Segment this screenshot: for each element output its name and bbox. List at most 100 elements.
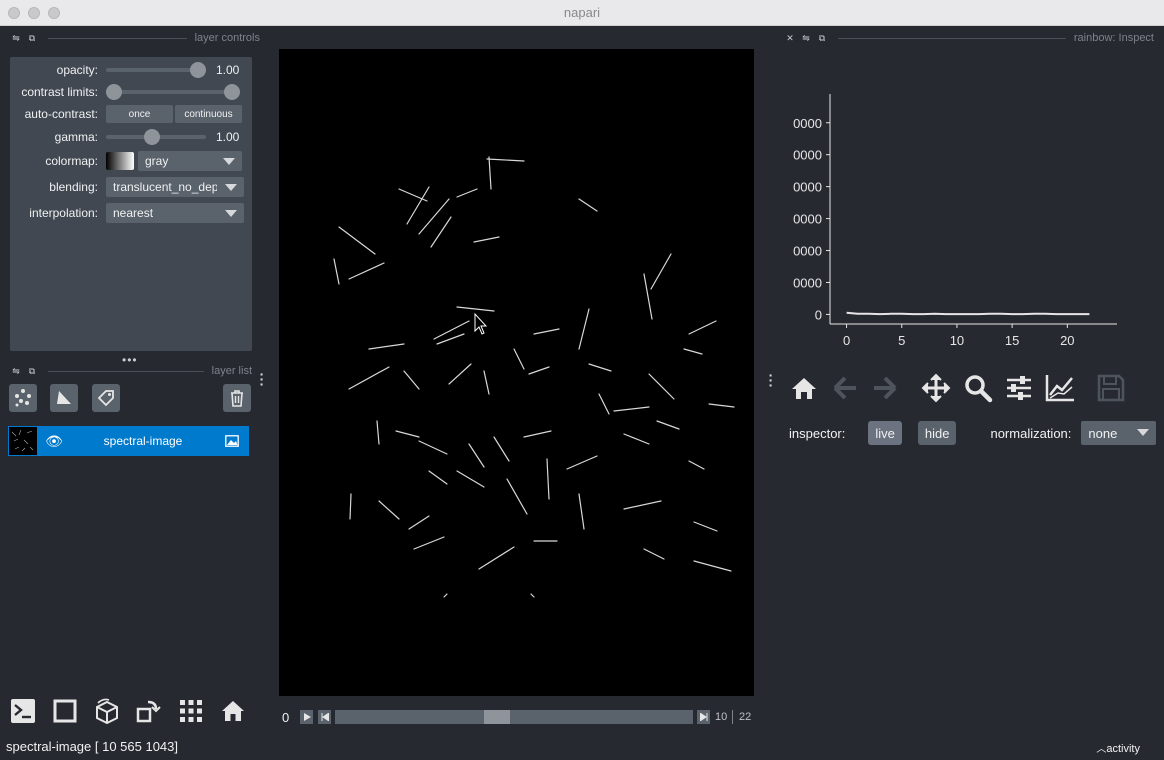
skip-back-icon	[321, 713, 329, 721]
inspector-controls: inspector: live hide normalization: none	[789, 421, 1157, 445]
new-labels-layer-button[interactable]	[92, 384, 120, 412]
gamma-slider-handle[interactable]	[144, 129, 160, 145]
x-tick-label: 10	[950, 333, 964, 348]
save-icon	[1097, 374, 1125, 402]
layer-thumbnail	[9, 427, 37, 455]
dims-slider-handle[interactable]	[484, 710, 510, 724]
auto-contrast-continuous-button[interactable]: continuous	[175, 105, 242, 123]
undock-icon[interactable]: ⧉	[24, 33, 40, 44]
layer-controls-panel: opacity: 1.00 contrast limits: auto-cont…	[10, 57, 252, 351]
interpolation-label: interpolation:	[29, 206, 98, 220]
activity-label: activity	[1106, 743, 1140, 755]
chevron-down-icon	[1137, 429, 1150, 436]
normalization-dropdown[interactable]: none	[1081, 421, 1157, 445]
play-button[interactable]	[300, 710, 313, 724]
grid-icon	[180, 700, 202, 722]
layer-list-title: layer list	[211, 365, 252, 377]
auto-contrast-once-button[interactable]: once	[106, 105, 173, 123]
gamma-slider[interactable]	[106, 126, 206, 148]
ndisplay-button[interactable]	[50, 696, 80, 726]
interpolation-value: nearest	[113, 206, 154, 220]
interpolation-dropdown[interactable]: nearest	[106, 203, 244, 223]
dims-current-value: 10	[715, 711, 728, 723]
dims-max-value: 22	[739, 711, 752, 723]
inspect-panel-header: ✕ ⇋ ⧉ rainbow: Inspect	[782, 28, 1154, 48]
colormap-value: gray	[145, 154, 169, 168]
layer-list-menu-icon[interactable]: · · ·	[259, 367, 265, 391]
new-points-layer-button[interactable]	[9, 384, 37, 412]
contrast-low-handle[interactable]	[106, 84, 122, 100]
spectrum-series-line	[846, 311, 1090, 316]
roll-button[interactable]	[92, 696, 122, 726]
opacity-slider-handle[interactable]	[190, 62, 206, 78]
y-tick-label: 0000	[793, 148, 822, 163]
normalization-value: none	[1088, 425, 1118, 441]
plot-pan-button[interactable]	[919, 372, 953, 404]
y-tick-label: 0000	[793, 180, 822, 195]
contrast-high-handle[interactable]	[224, 84, 240, 100]
2d-square-icon	[53, 699, 77, 723]
float-icon[interactable]: ⇋	[8, 33, 24, 44]
new-shapes-layer-button[interactable]	[50, 384, 78, 412]
first-frame-button[interactable]	[318, 710, 331, 724]
dims-slider-row: 0 10 22	[279, 706, 754, 728]
plot-configure-button[interactable]	[1002, 372, 1036, 404]
float-icon[interactable]: ⇋	[798, 33, 814, 44]
hide-toggle[interactable]: hide	[917, 421, 957, 445]
plot-save-button[interactable]	[1094, 372, 1128, 404]
contrast-limits-row: contrast limits:	[10, 81, 252, 103]
gamma-label: gamma:	[54, 130, 98, 144]
plot-zoom-button[interactable]	[961, 372, 995, 404]
window-title: napari	[563, 5, 601, 20]
mouse-cursor-icon	[474, 312, 488, 335]
plot-home-button[interactable]	[787, 372, 821, 404]
colormap-dropdown[interactable]: gray	[138, 151, 242, 171]
image-icon	[215, 435, 249, 447]
transpose-button[interactable]	[134, 696, 164, 726]
x-tick-label: 15	[1005, 333, 1019, 348]
spectrum-plot[interactable]: 0 0000 0000 0000 0000 0000 0000 0 5 10 15 20	[775, 88, 1135, 356]
x-tick-label: 20	[1060, 333, 1074, 348]
gamma-value: 1.00	[216, 130, 240, 144]
float-icon[interactable]: ⇋	[8, 366, 24, 377]
blending-label: blending:	[49, 180, 98, 194]
home-icon	[222, 701, 244, 721]
y-tick-label: 0000	[793, 244, 822, 259]
grid-view-button[interactable]	[176, 696, 206, 726]
plot-back-button[interactable]	[828, 372, 862, 404]
home-icon	[792, 378, 816, 399]
opacity-slider[interactable]	[106, 59, 206, 81]
layer-item-spectral-image[interactable]: 👁 spectral-image	[8, 426, 249, 456]
3d-cube-icon	[96, 698, 118, 725]
undock-icon[interactable]: ⧉	[814, 33, 830, 44]
contrast-limits-slider[interactable]	[106, 81, 240, 103]
gamma-row: gamma: 1.00	[10, 126, 252, 148]
delete-layer-button[interactable]	[223, 384, 251, 412]
last-frame-button[interactable]	[697, 710, 710, 724]
live-toggle[interactable]: live	[868, 421, 902, 445]
interpolation-row: interpolation: nearest	[10, 202, 252, 224]
dims-slider[interactable]	[335, 710, 693, 724]
activity-button[interactable]: ︿activity	[1096, 740, 1140, 755]
reset-view-button[interactable]	[218, 696, 248, 726]
layer-controls-header: ⇋ ⧉ layer controls	[8, 28, 260, 48]
close-icon[interactable]: ✕	[782, 33, 798, 44]
visibility-eye-icon[interactable]: 👁	[37, 433, 71, 450]
blending-dropdown[interactable]: translucent_no_depth	[106, 177, 244, 197]
plot-forward-button[interactable]	[868, 372, 902, 404]
inspect-panel-menu-icon[interactable]: · · ·	[768, 368, 774, 392]
x-tick-label: 0	[843, 333, 850, 348]
opacity-label: opacity:	[56, 63, 98, 77]
spectrum-chart: 00000000000000000000000000 5 10 15 20	[793, 94, 1117, 348]
layer-controls-title: layer controls	[194, 32, 260, 44]
plot-edit-curves-button[interactable]	[1043, 372, 1077, 404]
blending-row: blending: translucent_no_depth	[10, 176, 252, 198]
undock-icon[interactable]: ⧉	[24, 366, 40, 377]
layer-name[interactable]: spectral-image	[71, 434, 215, 448]
shapes-icon	[57, 391, 71, 404]
y-tick-label: 0000	[793, 116, 822, 131]
image-canvas[interactable]	[279, 49, 754, 696]
console-button[interactable]	[8, 696, 38, 726]
edit-curve-icon	[1045, 375, 1074, 402]
chevron-down-icon	[225, 210, 237, 217]
